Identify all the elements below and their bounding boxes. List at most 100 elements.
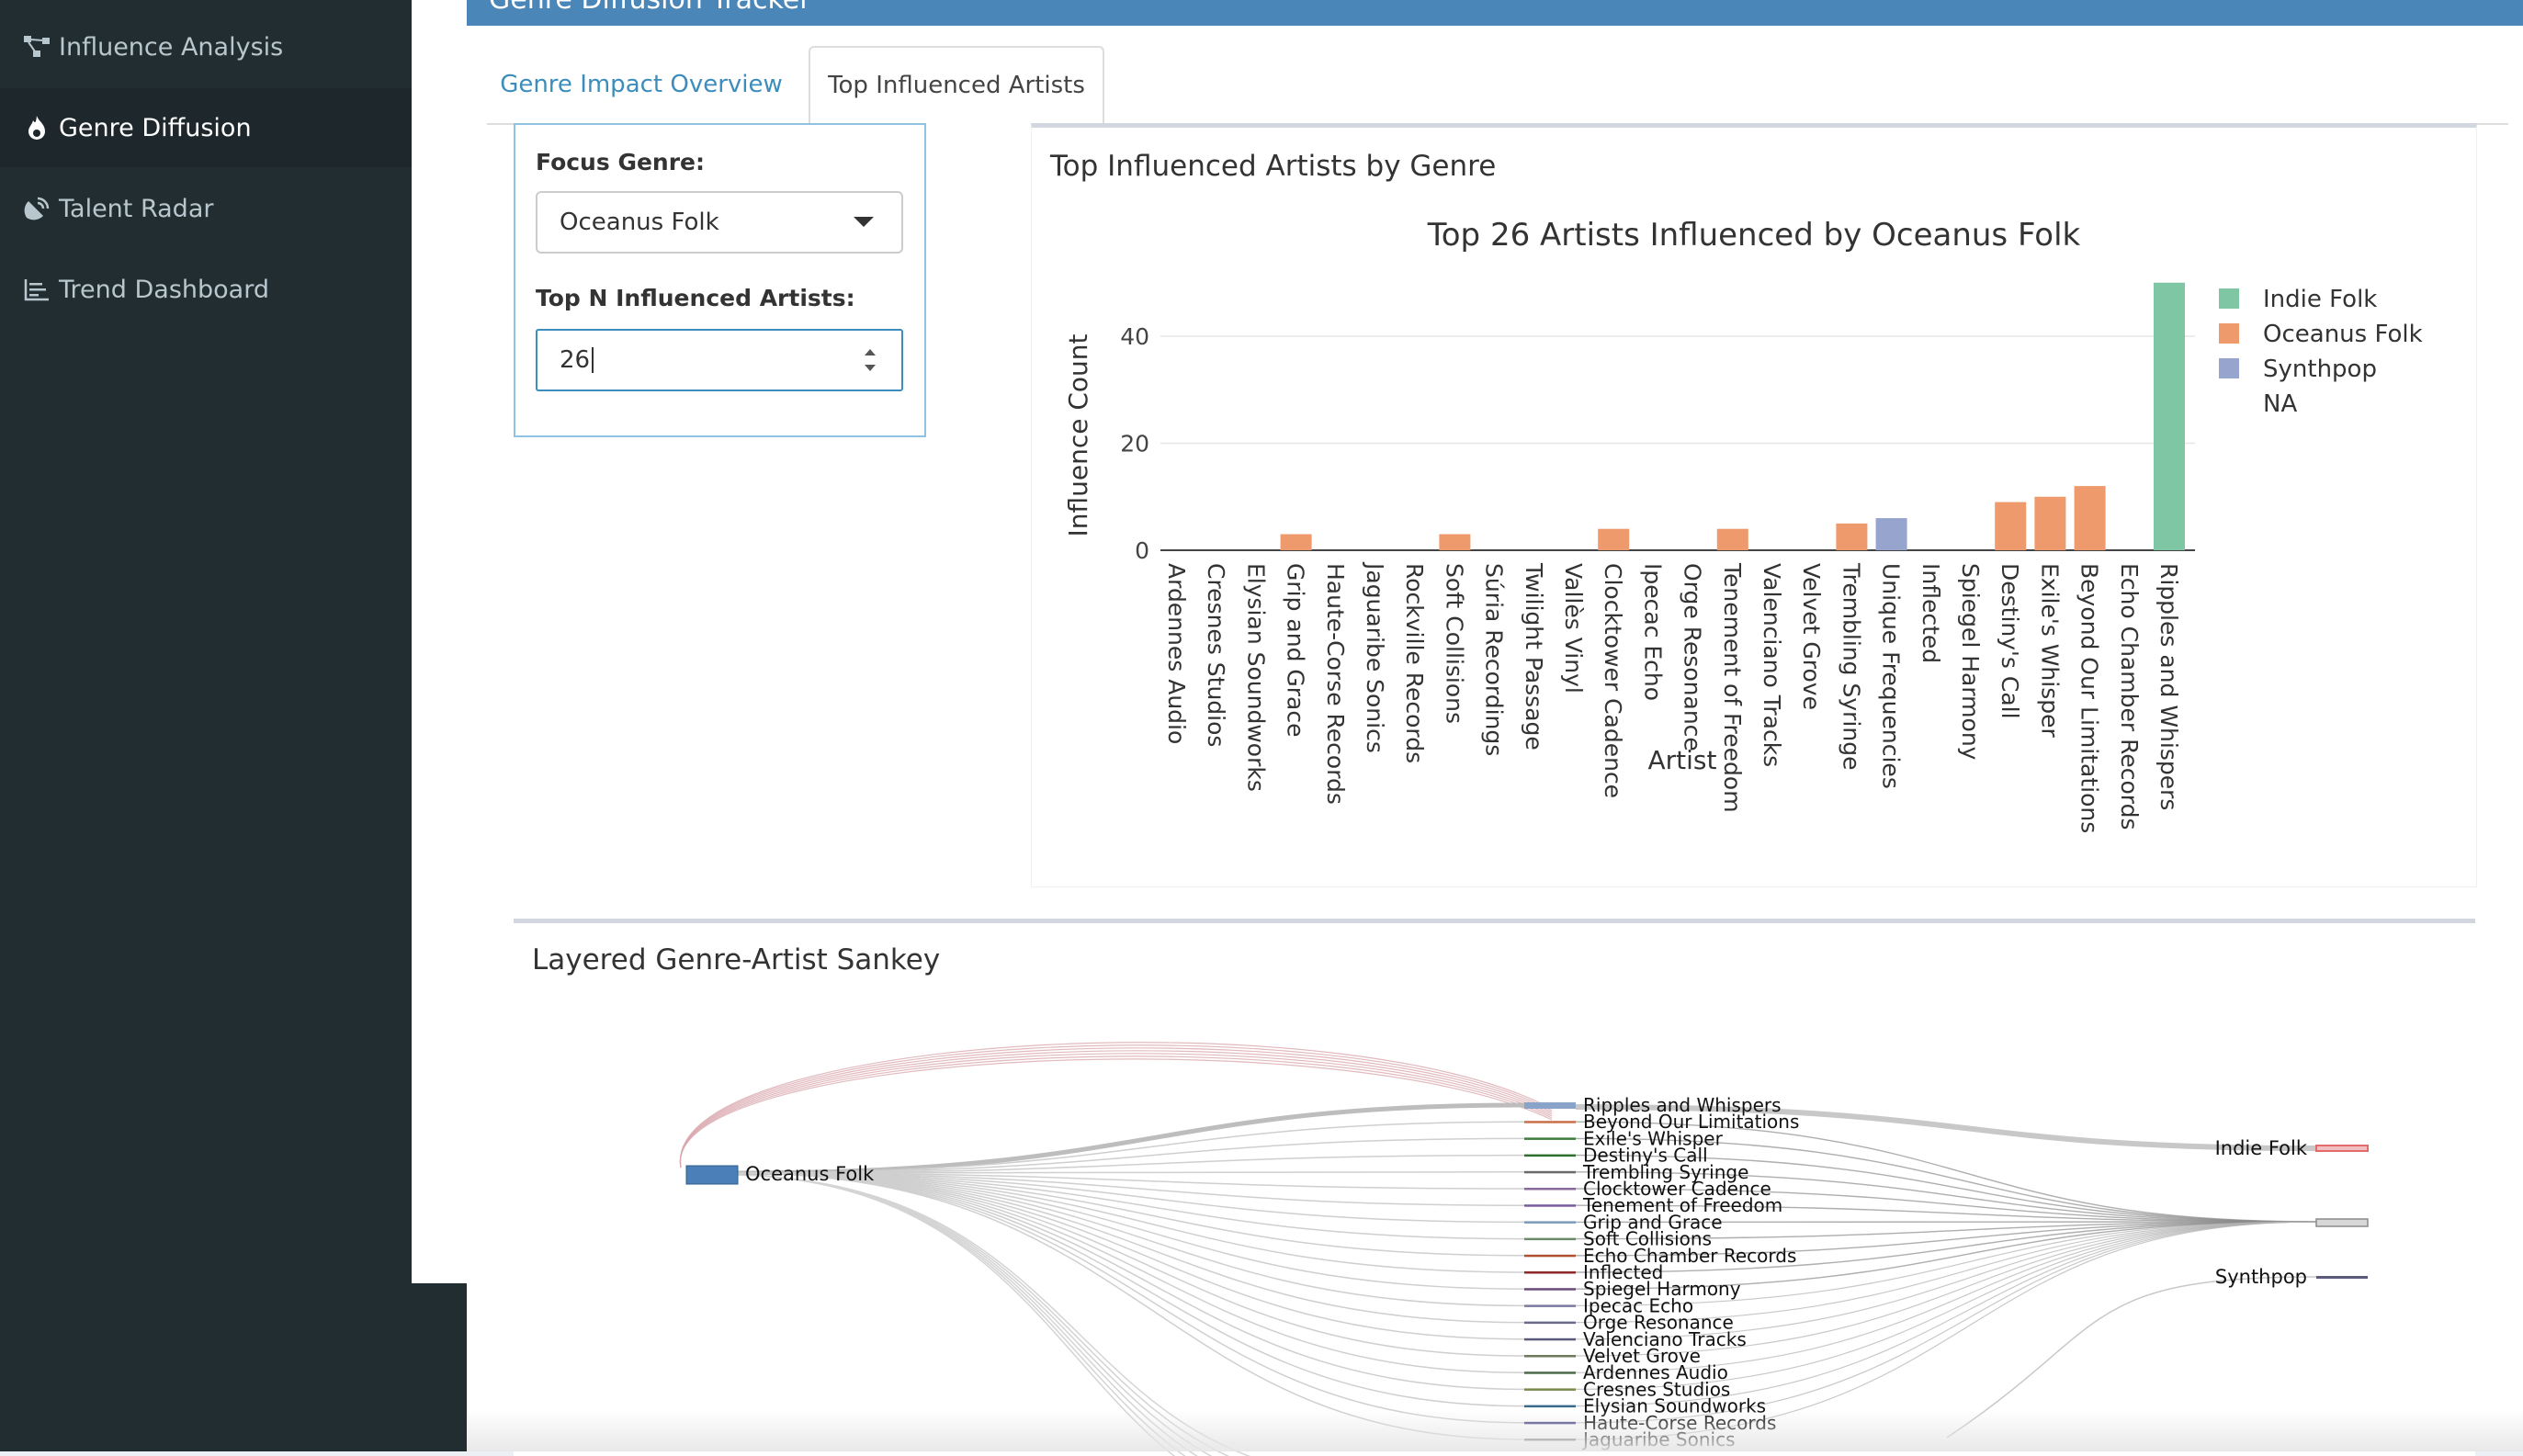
sankey-artist-node[interactable] (1524, 1204, 1576, 1207)
legend-label[interactable]: Indie Folk (2263, 286, 2377, 313)
satellite-icon (20, 196, 53, 221)
x-tick-label: Clocktower Cadence (1600, 563, 1626, 798)
bar[interactable] (1995, 502, 2026, 550)
sankey-artist-node[interactable] (1524, 1171, 1576, 1174)
sidebar-item-label: Talent Radar (59, 195, 213, 223)
bar[interactable] (1717, 529, 1748, 550)
sankey-artist-node[interactable] (1524, 1405, 1576, 1408)
chevron-down-icon (854, 217, 874, 227)
x-tick-label: Velvet Grove (1798, 563, 1825, 710)
x-tick-label: Tenement of Freedom (1719, 562, 1746, 813)
sankey-artist-node[interactable] (1524, 1238, 1576, 1241)
legend-swatch[interactable] (2219, 323, 2239, 344)
sidebar-item-label: Genre Diffusion (59, 114, 252, 142)
sankey-target-label: Synthpop (2215, 1266, 2307, 1288)
sankey-artist-node[interactable] (1524, 1102, 1576, 1109)
x-tick-label: Orge Resonance (1680, 563, 1706, 751)
header-bar: Genre Diffusion Tracker (467, 0, 2523, 26)
sankey-artist-node[interactable] (1524, 1255, 1576, 1258)
bar[interactable] (1439, 535, 1470, 550)
sankey-artist-node[interactable] (1524, 1355, 1576, 1358)
legend-label[interactable]: Oceanus Folk (2263, 321, 2423, 348)
network-icon (20, 35, 53, 59)
x-tick-label: Exile's Whisper (2036, 563, 2063, 738)
sankey-target-node[interactable] (2316, 1276, 2368, 1279)
sankey-target-label: Indie Folk (2215, 1137, 2308, 1159)
sankey-artist-node[interactable] (1524, 1271, 1576, 1274)
sankey-link (680, 1054, 1552, 1168)
sankey-artist-node[interactable] (1524, 1121, 1576, 1123)
bar[interactable] (1281, 535, 1312, 550)
x-tick-label: Ipecac Echo (1639, 563, 1666, 701)
sankey-target-node[interactable] (2316, 1146, 2368, 1151)
scroll-fade (467, 1409, 2523, 1451)
x-tick-label: Inflected (1918, 563, 1944, 663)
tab-top-influenced-artists[interactable]: Top Influenced Artists (809, 46, 1104, 125)
x-tick-label: Destiny's Call (1997, 563, 2023, 719)
x-tick-label: Cresnes Studios (1203, 563, 1229, 747)
sidebar-item-talent-radar[interactable]: Talent Radar (0, 169, 412, 248)
text-cursor (592, 347, 594, 373)
x-tick-label: Rockville Records (1401, 563, 1428, 763)
chart-title: Top 26 Artists Influenced by Oceanus Fol… (1427, 217, 2081, 254)
x-tick-label: Ripples and Whispers (2155, 563, 2182, 810)
sidebar-item-trend-dashboard[interactable]: Trend Dashboard (0, 250, 412, 329)
bar[interactable] (1876, 518, 1907, 550)
sidebar-item-influence-analysis[interactable]: Influence Analysis (0, 7, 412, 86)
page-gutter-bottom (412, 1283, 467, 1451)
sankey-source-label: Oceanus Folk (745, 1163, 875, 1185)
x-tick-label: Valenciano Tracks (1759, 563, 1785, 767)
bar[interactable] (1836, 524, 1867, 550)
legend-swatch[interactable] (2219, 288, 2239, 309)
bar[interactable] (1598, 529, 1629, 550)
x-tick-label: Ardennes Audio (1163, 563, 1190, 744)
y-axis-label: Influence Count (1063, 333, 1093, 536)
bar[interactable] (2154, 283, 2185, 550)
sidebar: Influence Analysis Genre Diffusion Talen… (0, 0, 412, 1451)
sankey-artist-node[interactable] (1524, 1137, 1576, 1140)
legend-swatch[interactable] (2219, 358, 2239, 378)
fire-icon (20, 115, 53, 141)
topn-input[interactable]: 26 (536, 329, 903, 391)
main-content: Genre Diffusion Tracker Genre Impact Ove… (467, 0, 2523, 1451)
topn-label: Top N Influenced Artists: (536, 285, 855, 311)
focus-genre-label: Focus Genre: (536, 149, 705, 175)
sankey-artist-node[interactable] (1524, 1371, 1576, 1374)
sankey-artist-node[interactable] (1524, 1188, 1576, 1191)
sankey-artist-node[interactable] (1524, 1155, 1576, 1157)
sankey-artist-node[interactable] (1524, 1288, 1576, 1291)
tab-bar: Genre Impact Overview Top Influenced Art… (487, 46, 2508, 125)
sidebar-item-genre-diffusion[interactable]: Genre Diffusion (0, 88, 412, 167)
x-tick-label: Grip and Grace (1283, 563, 1309, 738)
x-tick-label: Jaguaribe Sonics (1362, 561, 1388, 753)
sankey-artist-node[interactable] (1524, 1221, 1576, 1224)
sankey-link (738, 1173, 1524, 1356)
x-tick-label: Beyond Our Limitations (2076, 563, 2103, 833)
focus-genre-value: Oceanus Folk (560, 209, 719, 236)
focus-genre-select[interactable]: Oceanus Folk (536, 191, 903, 254)
tab-genre-impact-overview[interactable]: Genre Impact Overview (487, 46, 796, 123)
tab-label: Genre Impact Overview (500, 71, 783, 98)
bar[interactable] (2075, 486, 2106, 550)
x-tick-label: Súria Recordings (1481, 563, 1508, 756)
tab-label: Top Influenced Artists (828, 72, 1085, 99)
x-tick-label: Haute-Corse Records (1322, 563, 1349, 805)
sankey-artist-node[interactable] (1524, 1304, 1576, 1307)
sankey-link (738, 1173, 1524, 1406)
line-chart-icon (20, 277, 53, 301)
legend-label[interactable]: Synthpop (2263, 356, 2377, 383)
sankey-card: Layered Genre-Artist Sankey Oceanus Folk… (514, 919, 2475, 1456)
sankey-target-node[interactable] (2316, 1219, 2368, 1226)
sankey-link (738, 1173, 1524, 1439)
bar[interactable] (2034, 497, 2065, 550)
x-tick-label: Echo Chamber Records (2116, 563, 2143, 830)
x-tick-label: Soft Collisions (1441, 563, 1467, 724)
sankey-artist-node[interactable] (1524, 1388, 1576, 1391)
sankey-source-node[interactable] (686, 1166, 738, 1184)
legend-label[interactable]: NA (2263, 390, 2297, 418)
page-title: Genre Diffusion Tracker (489, 0, 811, 16)
x-axis-label: Artist (1648, 745, 1717, 775)
number-spinner-icon[interactable] (863, 342, 877, 378)
sankey-artist-node[interactable] (1524, 1338, 1576, 1341)
sankey-artist-node[interactable] (1524, 1322, 1576, 1325)
